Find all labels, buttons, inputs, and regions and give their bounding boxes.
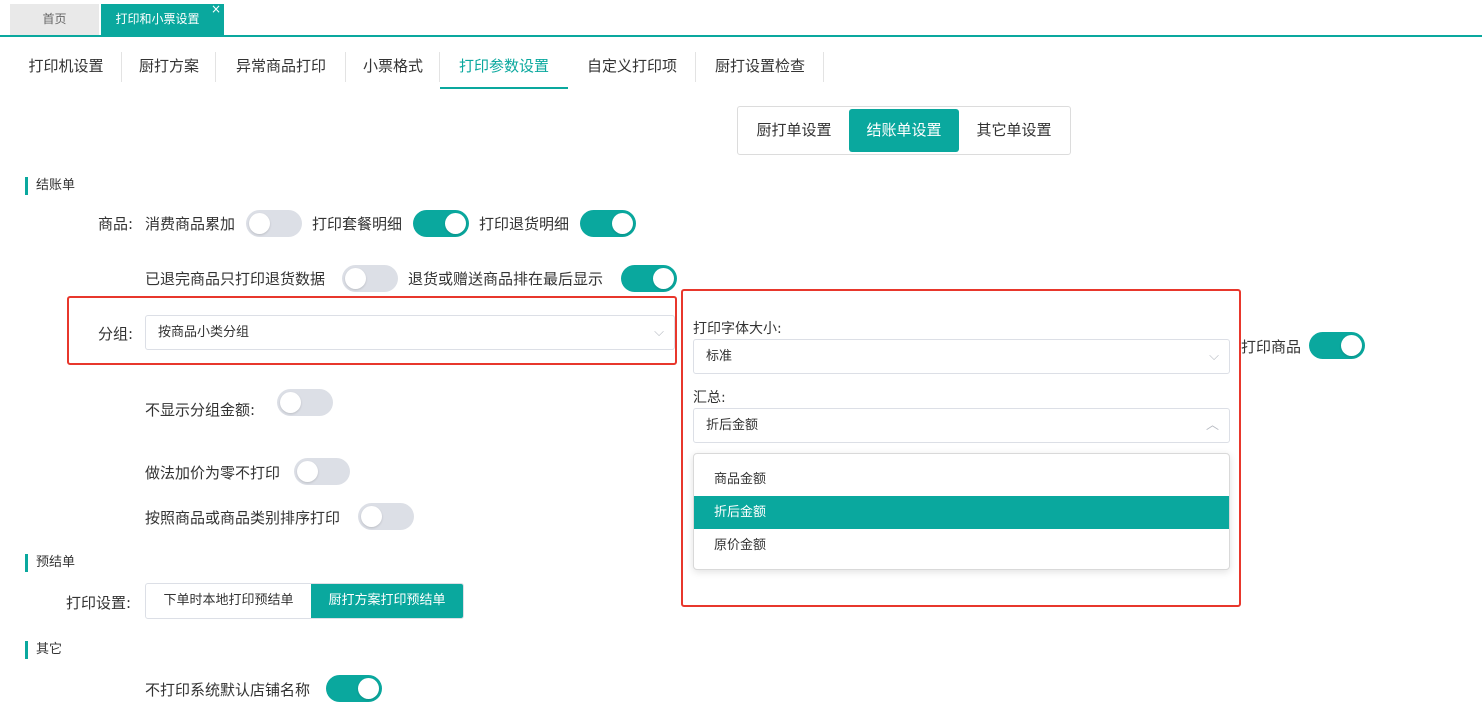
switch-knob <box>1341 335 1362 356</box>
combo-detail-label: 打印套餐明细 <box>312 215 403 233</box>
chevron-down-icon: ⌵ <box>654 325 664 340</box>
sort-print-switch[interactable] <box>358 503 414 530</box>
tab-home[interactable]: 首页 <box>10 4 99 35</box>
returned-only-label: 已退完商品只打印退货数据 <box>145 270 326 288</box>
no-store-name-label: 不打印系统默认店铺名称 <box>145 681 311 699</box>
print-setting-button-group: 下单时本地打印预结单 厨打方案打印预结单 <box>145 583 464 619</box>
summary-label: 汇总: <box>693 390 726 406</box>
group-label: 分组: <box>98 325 134 343</box>
switch-knob <box>358 678 379 699</box>
font-size-select-value: 标准 <box>706 349 733 364</box>
switch-knob <box>653 268 674 289</box>
switch-knob <box>361 506 382 527</box>
section-checkout: 结账单 <box>25 177 75 195</box>
tab-label: 厨打方案 <box>138 57 199 75</box>
switch-knob <box>280 392 301 413</box>
section-other: 其它 <box>25 641 62 659</box>
print-setting-label: 打印设置: <box>66 594 132 612</box>
tab-receipt-format[interactable]: 小票格式 <box>346 44 440 89</box>
switch-knob <box>345 268 366 289</box>
tab-label: 异常商品打印 <box>235 57 326 75</box>
summary-dropdown: 商品金额 折后金额 原价金额 <box>693 453 1230 570</box>
print-goods-label: 打印商品 <box>1241 338 1302 356</box>
tab-kitchen-check[interactable]: 厨打设置检查 <box>696 44 824 89</box>
return-detail-switch[interactable] <box>580 210 636 237</box>
combo-detail-switch[interactable] <box>413 210 469 237</box>
tab-label: 自定义打印项 <box>586 57 677 75</box>
summary-select[interactable]: 折后金额 ︿ <box>693 408 1230 443</box>
sort-print-label: 按照商品或商品类别排序打印 <box>145 509 341 527</box>
font-size-select[interactable]: 标准 ⌵ <box>693 339 1230 374</box>
font-size-label: 打印字体大小: <box>693 321 782 337</box>
kitchen-bill-settings-button[interactable]: 厨打单设置 <box>740 109 848 152</box>
tab-label: 打印和小票设置 <box>115 12 200 26</box>
returned-only-switch[interactable] <box>342 265 398 292</box>
summary-option-original-amount[interactable]: 原价金额 <box>694 529 1229 562</box>
tab-printer-settings[interactable]: 打印机设置 <box>10 44 122 89</box>
group-select[interactable]: 按商品小类分组 ⌵ <box>145 315 675 350</box>
accumulate-switch[interactable] <box>246 210 302 237</box>
switch-knob <box>612 213 633 234</box>
switch-knob <box>445 213 466 234</box>
tab-label: 打印参数设置 <box>458 57 549 75</box>
goods-label: 商品: <box>98 215 134 233</box>
tab-label: 打印机设置 <box>28 57 104 75</box>
kitchen-plan-print-button[interactable]: 厨打方案打印预结单 <box>311 584 463 618</box>
checkout-bill-settings-button[interactable]: 结账单设置 <box>849 109 959 152</box>
section-pre-checkout: 预结单 <box>25 554 75 572</box>
tab-print-params[interactable]: 打印参数设置 <box>440 44 568 89</box>
other-bill-settings-button[interactable]: 其它单设置 <box>960 109 1068 152</box>
group-select-value: 按商品小类分组 <box>158 325 250 340</box>
switch-knob <box>249 213 270 234</box>
tab-kitchen-plan[interactable]: 厨打方案 <box>122 44 216 89</box>
hide-group-amount-label: 不显示分组金额: <box>145 401 256 419</box>
tab-abnormal-goods-print[interactable]: 异常商品打印 <box>216 44 346 89</box>
switch-knob <box>297 461 318 482</box>
page-tab-bar: 首页 打印和小票设置 × <box>0 0 1482 37</box>
tab-custom-print-items[interactable]: 自定义打印项 <box>568 44 696 89</box>
zero-price-switch[interactable] <box>294 458 350 485</box>
no-store-name-switch[interactable] <box>326 675 382 702</box>
tab-label: 小票格式 <box>362 57 423 75</box>
local-print-button[interactable]: 下单时本地打印预结单 <box>146 584 311 618</box>
summary-select-value: 折后金额 <box>706 418 759 433</box>
return-detail-label: 打印退货明细 <box>479 215 570 233</box>
summary-option-goods-amount[interactable]: 商品金额 <box>694 463 1229 496</box>
print-goods-switch[interactable] <box>1309 332 1365 359</box>
chevron-down-icon: ⌵ <box>1209 349 1219 364</box>
tab-print-receipt-settings[interactable]: 打印和小票设置 × <box>101 2 224 35</box>
hide-group-amount-switch[interactable] <box>277 389 333 416</box>
return-last-label: 退货或赠送商品排在最后显示 <box>408 270 604 288</box>
bill-type-segment: 厨打单设置 结账单设置 其它单设置 <box>737 106 1071 155</box>
return-last-switch[interactable] <box>621 265 677 292</box>
zero-price-label: 做法加价为零不打印 <box>145 464 281 482</box>
tab-divider <box>823 52 824 82</box>
chevron-up-icon: ︿ <box>1205 418 1219 433</box>
accumulate-label: 消费商品累加 <box>145 215 236 233</box>
tab-label: 厨打设置检查 <box>714 57 805 75</box>
summary-option-discounted-amount[interactable]: 折后金额 <box>694 496 1229 529</box>
close-icon[interactable]: × <box>211 0 221 25</box>
